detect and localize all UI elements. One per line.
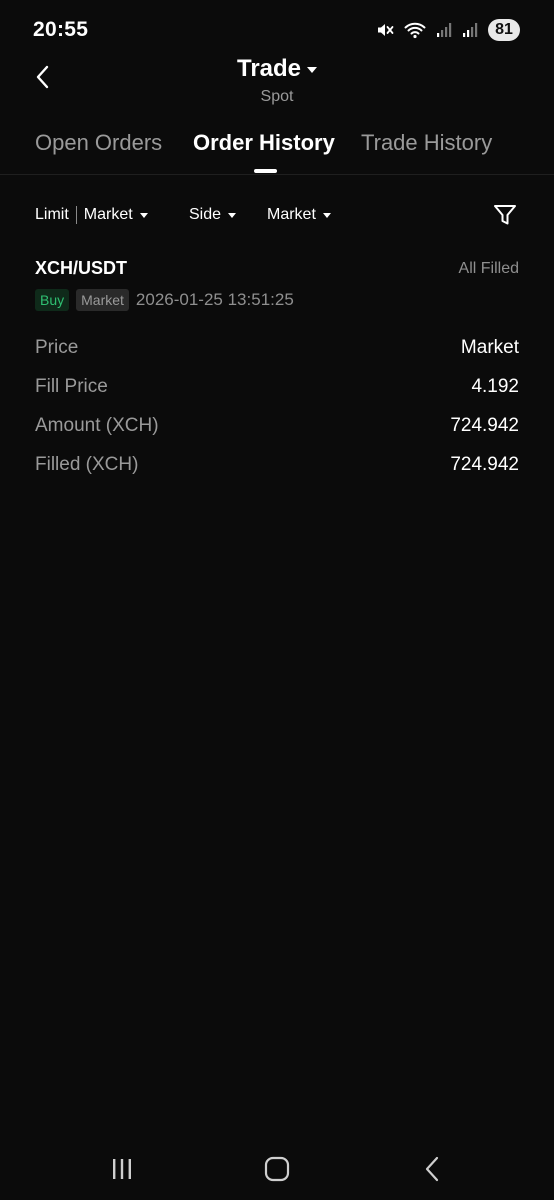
detail-row-filled: Filled (XCH) 724.942 bbox=[35, 454, 519, 478]
battery-icon: 81 bbox=[488, 19, 520, 41]
status-time: 20:55 bbox=[33, 18, 89, 41]
tab-open-orders[interactable]: Open Orders bbox=[35, 130, 162, 156]
order-pair: XCH/USDT bbox=[35, 258, 128, 278]
detail-label: Filled (XCH) bbox=[35, 454, 139, 475]
detail-label: Amount (XCH) bbox=[35, 415, 159, 436]
header: Trade Spot bbox=[0, 56, 554, 120]
order-tags: Buy Market 2026-01-25 13:51:25 bbox=[35, 289, 294, 311]
home-icon[interactable] bbox=[262, 1154, 292, 1184]
side-filter[interactable]: Side bbox=[189, 206, 237, 224]
caret-down-icon bbox=[139, 213, 148, 218]
signal-icon bbox=[462, 22, 478, 38]
signal-icon bbox=[436, 22, 452, 38]
caret-down-icon bbox=[322, 213, 331, 218]
filter-bar: Limit Market Side Market bbox=[0, 196, 554, 236]
status-bar: 20:55 81 bbox=[0, 0, 554, 56]
detail-row-price: Price Market bbox=[35, 337, 519, 361]
market-type-selector[interactable]: Trade bbox=[236, 55, 318, 82]
detail-label: Fill Price bbox=[35, 376, 108, 397]
order-tabs: Open Orders Order History Trade History bbox=[0, 126, 554, 175]
page-subtitle: Spot bbox=[260, 88, 294, 105]
back-icon[interactable] bbox=[418, 1154, 448, 1184]
tab-trade-history[interactable]: Trade History bbox=[361, 130, 492, 156]
mute-icon bbox=[376, 21, 394, 39]
type-filter[interactable]: Market bbox=[267, 206, 331, 224]
system-nav-bar bbox=[0, 1140, 554, 1200]
type-filter-label: Market bbox=[267, 206, 316, 223]
detail-value: 4.192 bbox=[471, 376, 519, 397]
detail-value: Market bbox=[460, 337, 519, 358]
detail-value: 724.942 bbox=[450, 454, 519, 475]
caret-down-icon bbox=[307, 67, 318, 73]
wifi-icon bbox=[404, 21, 426, 39]
detail-value: 724.942 bbox=[450, 415, 519, 436]
active-tab-indicator bbox=[254, 169, 277, 173]
type-badge: Market bbox=[76, 289, 129, 311]
detail-row-fill-price: Fill Price 4.192 bbox=[35, 376, 519, 400]
order-time: 2026-01-25 13:51:25 bbox=[135, 290, 294, 309]
order-type-filter[interactable]: Limit Market bbox=[35, 206, 148, 224]
funnel-icon[interactable] bbox=[492, 202, 518, 228]
tab-order-history[interactable]: Order History bbox=[193, 130, 335, 156]
side-badge: Buy bbox=[35, 289, 70, 311]
page-title: Trade bbox=[236, 55, 302, 82]
recent-apps-icon[interactable] bbox=[107, 1154, 137, 1184]
filter-limit-label: Limit bbox=[35, 206, 69, 223]
order-status: All Filled bbox=[458, 260, 519, 277]
filter-market-label: Market bbox=[83, 206, 133, 223]
caret-down-icon bbox=[228, 213, 237, 218]
divider bbox=[75, 206, 77, 224]
detail-label: Price bbox=[35, 337, 79, 358]
detail-row-amount: Amount (XCH) 724.942 bbox=[35, 415, 519, 439]
side-filter-label: Side bbox=[189, 206, 222, 223]
status-icons: 81 bbox=[376, 19, 520, 41]
